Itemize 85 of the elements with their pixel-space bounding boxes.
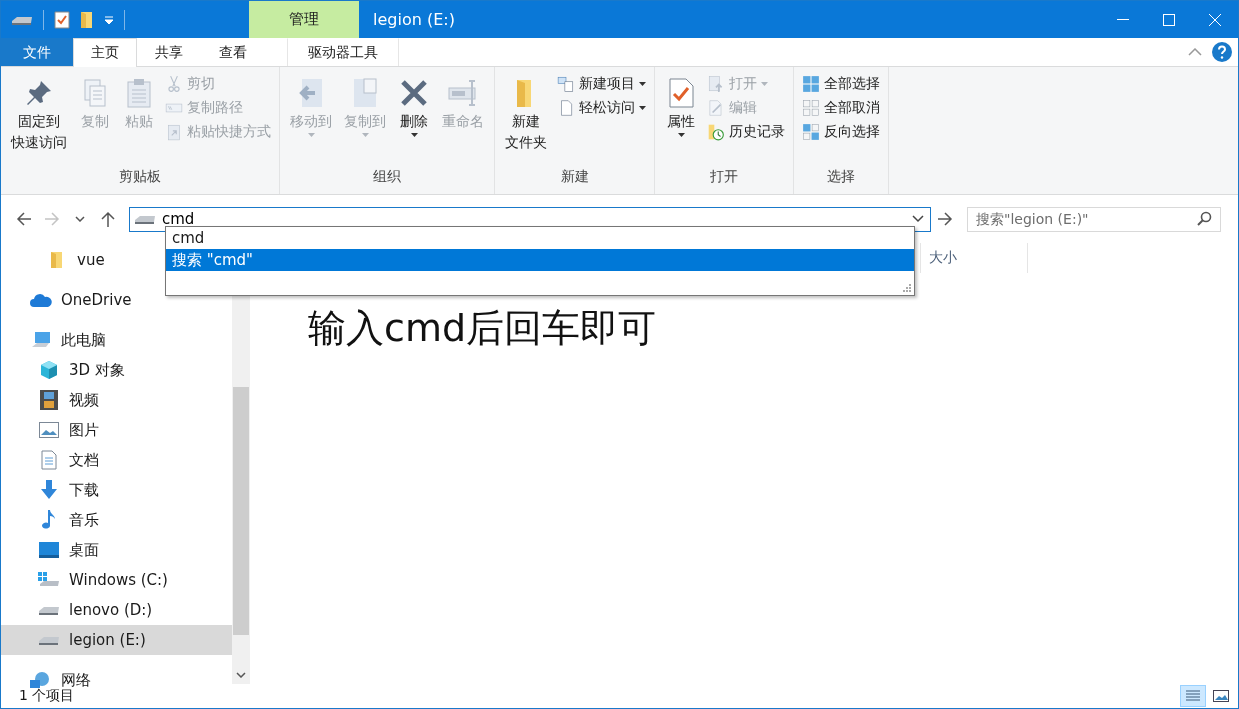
search-box[interactable]: 搜索"legion (E:)" <box>967 206 1221 232</box>
nav-item[interactable]: legion (E:) <box>1 625 232 655</box>
ribbon-button[interactable]: 全部选择 <box>800 73 882 95</box>
edit-icon <box>707 99 725 117</box>
ribbon-button[interactable]: 轻松访问 <box>555 97 648 119</box>
dropdown-icon[interactable] <box>912 215 924 223</box>
computer-icon <box>31 331 51 349</box>
select-none-icon <box>802 99 820 117</box>
column-header[interactable]: 大小 <box>920 243 1028 273</box>
nav-item[interactable]: lenovo (D:) <box>1 595 232 625</box>
ribbon-button[interactable]: 删除 <box>394 73 434 168</box>
ribbon-button[interactable]: 固定到 快速访问 <box>7 73 71 168</box>
ribbon-button[interactable]: 属性 <box>661 73 701 168</box>
group-label: 新建 <box>559 168 590 186</box>
address-input[interactable]: cmd <box>162 210 906 228</box>
nav-item[interactable]: 文档 <box>1 445 232 475</box>
maximize-icon <box>1163 13 1175 26</box>
list-icon <box>1186 690 1200 702</box>
caret-icon <box>639 106 646 110</box>
annotation-text: 输入cmd后回车即可 <box>308 305 658 352</box>
ribbon-button[interactable]: 新建 文件夹 <box>501 73 551 168</box>
download-arrow-icon <box>40 480 58 500</box>
minimize-icon <box>1117 18 1129 21</box>
image-icon <box>1213 690 1229 702</box>
image-icon <box>39 422 59 438</box>
nav-item[interactable]: 图片 <box>1 415 232 445</box>
ribbon-button[interactable]: 历史记录 <box>705 121 787 143</box>
group-label: 打开 <box>709 168 739 186</box>
nav-item[interactable]: 3D 对象 <box>1 355 232 385</box>
caret-icon <box>307 133 315 138</box>
chevron-down-icon[interactable] <box>236 672 246 678</box>
caret-icon <box>761 82 768 86</box>
properties-icon[interactable] <box>54 10 70 29</box>
document-icon <box>41 450 57 470</box>
nav-item[interactable]: Windows (C:) <box>1 565 232 595</box>
ribbon-button[interactable]: 全部取消 <box>800 97 882 119</box>
nav-item[interactable]: 音乐 <box>1 505 232 535</box>
desktop-icon <box>39 542 59 558</box>
chevron-down-icon <box>75 216 85 222</box>
caret-icon <box>639 82 646 86</box>
drive-icon <box>38 572 60 588</box>
context-tab-group: 管理 <box>249 1 359 38</box>
window-title: legion (E:) <box>373 10 456 29</box>
caret-icon <box>677 133 685 138</box>
status-text: 1 个项目 <box>19 687 75 705</box>
network-icon <box>30 671 52 689</box>
search-icon <box>1196 211 1212 227</box>
nav-item[interactable]: 此电脑 <box>1 325 232 355</box>
collapse-ribbon-icon[interactable] <box>1188 48 1202 56</box>
suggestion-item[interactable]: 搜索 "cmd" <box>166 249 914 271</box>
resize-grip-icon[interactable] <box>903 284 912 293</box>
group-label: 选择 <box>826 168 856 186</box>
drive-icon <box>38 634 60 646</box>
ribbon-button[interactable]: 新建项目 <box>555 73 648 95</box>
help-icon[interactable] <box>1212 42 1232 62</box>
caret-icon <box>361 133 369 138</box>
cloud-icon <box>30 293 52 307</box>
new-item-icon <box>557 75 575 93</box>
invert-selection-icon <box>802 123 820 141</box>
group-label: 组织 <box>372 168 402 186</box>
close-icon <box>1209 13 1221 26</box>
ribbon-tab[interactable]: 主页 <box>73 38 137 67</box>
ribbon-tab[interactable]: 驱动器工具 <box>287 38 399 66</box>
history-icon <box>707 123 725 141</box>
film-icon <box>40 390 58 410</box>
go-icon[interactable] <box>937 212 953 226</box>
shortcut-icon <box>165 123 183 141</box>
nav-item[interactable]: 桌面 <box>1 535 232 565</box>
ribbon-button[interactable]: 反向选择 <box>800 121 882 143</box>
group-label: 剪贴板 <box>118 168 162 186</box>
scissors-icon <box>165 75 183 93</box>
drive-icon <box>134 213 156 225</box>
folder-icon <box>50 251 64 269</box>
open-icon <box>707 75 725 93</box>
caret-icon <box>410 133 418 138</box>
ribbon-tab[interactable]: 文件 <box>1 38 73 66</box>
nav-item[interactable]: 下载 <box>1 475 232 505</box>
select-all-icon <box>802 75 820 93</box>
nav-item[interactable]: OneDrive <box>1 285 232 315</box>
music-note-icon <box>42 510 56 530</box>
rename-icon <box>447 77 479 109</box>
nav-item[interactable]: 视频 <box>1 385 232 415</box>
cube-icon <box>39 360 59 380</box>
drive-icon <box>38 604 60 616</box>
folder-icon[interactable] <box>80 10 94 29</box>
